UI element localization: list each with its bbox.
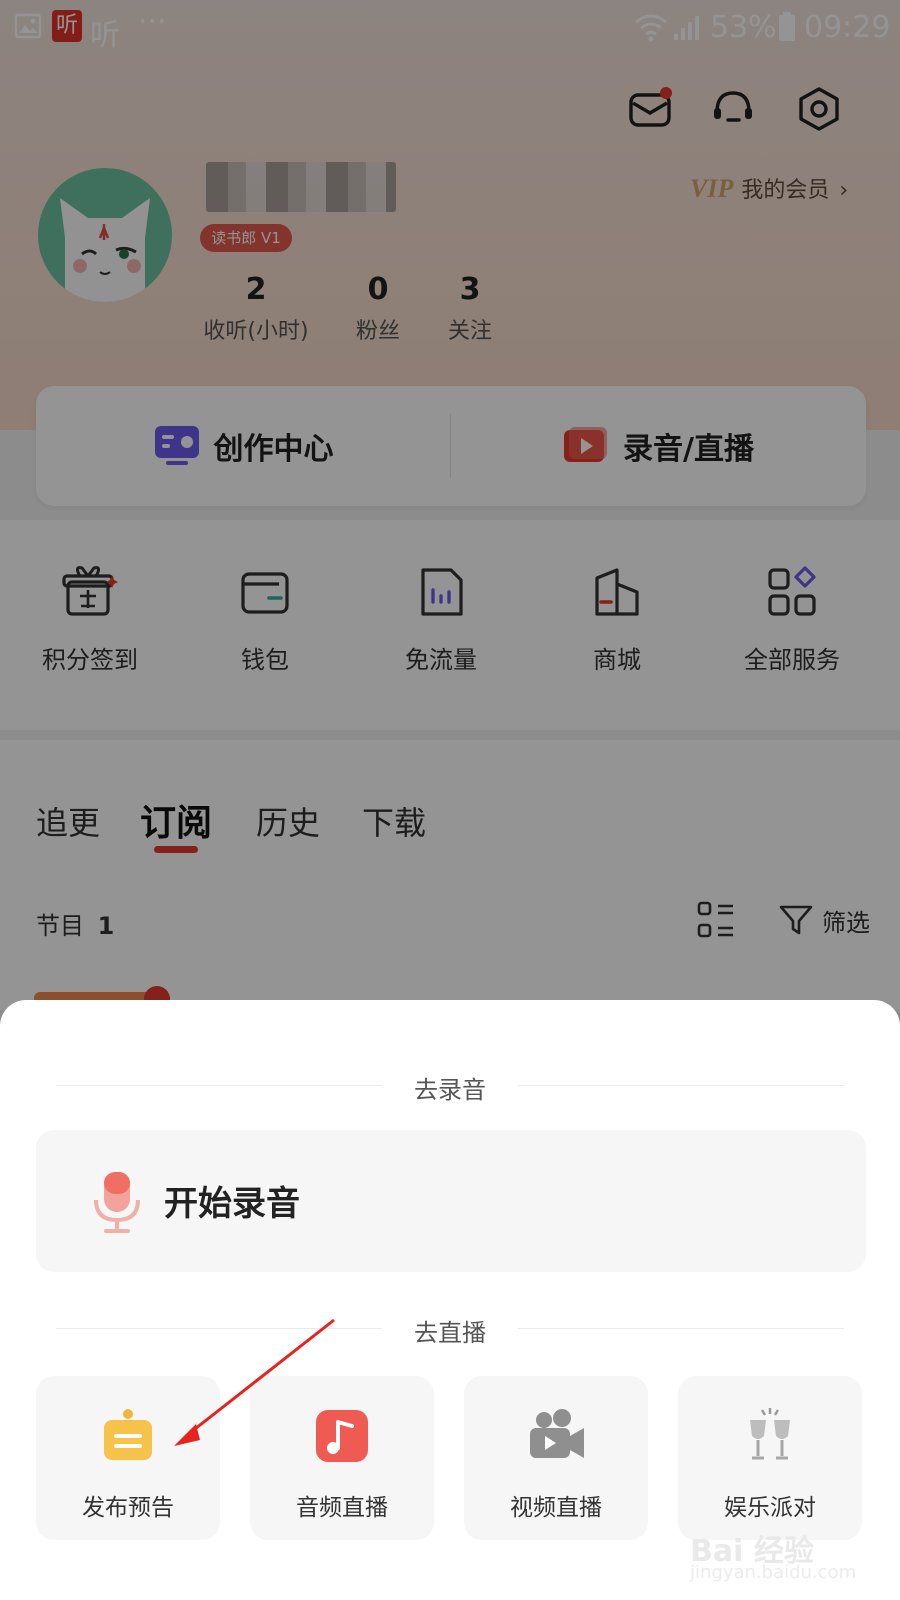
music-note-icon bbox=[316, 1410, 368, 1462]
live-option-label: 音频直播 bbox=[296, 1495, 388, 1521]
record-section-title: 去录音 bbox=[414, 1076, 486, 1104]
live-option-label: 视频直播 bbox=[510, 1495, 602, 1521]
watermark-url: jingyan.baidu.com bbox=[690, 1562, 857, 1583]
party-cheers-icon bbox=[750, 1408, 790, 1460]
publish-announcement-button[interactable]: 发布预告 bbox=[36, 1376, 220, 1540]
profile-page: 听 听 ··· 53% 09:29 读书郎 V1 VIP 我的会员 › 2 收听(小时… bbox=[0, 0, 900, 1600]
microphone-icon bbox=[94, 1172, 140, 1233]
party-button[interactable]: 娱乐派对 bbox=[678, 1376, 862, 1540]
audio-live-button[interactable]: 音频直播 bbox=[250, 1376, 434, 1540]
live-option-label: 娱乐派对 bbox=[724, 1495, 816, 1521]
live-option-label: 发布预告 bbox=[82, 1495, 174, 1521]
announcement-icon bbox=[104, 1409, 152, 1460]
live-section-title: 去直播 bbox=[414, 1319, 486, 1347]
video-camera-icon bbox=[530, 1409, 584, 1458]
start-recording-button[interactable]: 开始录音 bbox=[36, 1130, 866, 1272]
video-live-button[interactable]: 视频直播 bbox=[464, 1376, 648, 1540]
start-recording-label: 开始录音 bbox=[164, 1184, 300, 1224]
